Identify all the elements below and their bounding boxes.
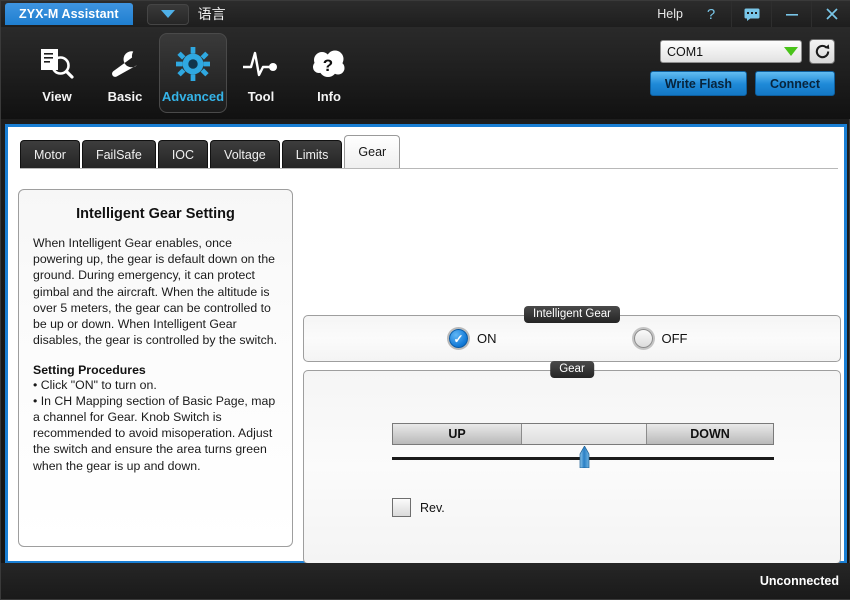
- message-bubble-icon: [744, 8, 759, 21]
- tab-label: Limits: [295, 148, 329, 162]
- language-label: 语言: [197, 6, 226, 22]
- tab-label: FailSafe: [95, 148, 142, 162]
- tab-label: Gear: [358, 145, 387, 159]
- list-item: In CH Mapping section of Basic Page, map…: [33, 393, 278, 474]
- gear-down-label: DOWN: [690, 427, 730, 441]
- tab-gear[interactable]: Gear: [344, 135, 401, 169]
- info-panel: Intelligent Gear Setting When Intelligen…: [18, 189, 293, 547]
- radio-intelligent-gear-on[interactable]: ✓ ON: [449, 329, 497, 348]
- gear-segment-middle: [521, 424, 647, 444]
- gear-icon: [175, 43, 211, 85]
- slider-marker-icon: [579, 446, 590, 468]
- close-icon: [825, 8, 838, 20]
- tab-label: IOC: [171, 148, 195, 162]
- help-label[interactable]: Help: [649, 7, 691, 21]
- app-title-label: ZYX-M Assistant: [19, 7, 119, 21]
- tab-motor[interactable]: Motor: [20, 140, 80, 169]
- info-procedures-list: Click "ON" to turn on. In CH Mapping sec…: [33, 377, 278, 474]
- app-title-tab[interactable]: ZYX-M Assistant: [5, 3, 133, 25]
- toolbar-item-basic[interactable]: Basic: [91, 33, 159, 113]
- language-button[interactable]: [146, 3, 189, 25]
- tab-label: Motor: [34, 148, 66, 162]
- help-button[interactable]: ?: [691, 1, 731, 27]
- question-mark-icon: ?: [706, 5, 716, 23]
- refresh-icon: [815, 44, 829, 59]
- connect-button[interactable]: Connect: [755, 71, 835, 96]
- gear-range-bar: UP DOWN: [392, 423, 774, 445]
- gear-up-label: UP: [448, 427, 466, 441]
- gear-segment-up: UP: [393, 424, 521, 444]
- port-row: COM1: [660, 39, 835, 64]
- gear-group: Gear UP DOWN Rev.: [303, 361, 841, 564]
- status-bar: Unconnected: [1, 563, 850, 599]
- toolbar-item-label: View: [42, 88, 72, 104]
- connect-label: Connect: [770, 76, 820, 91]
- gear-segment-down: DOWN: [647, 424, 773, 444]
- minimize-button[interactable]: [771, 1, 811, 27]
- minimize-icon: [785, 14, 798, 16]
- tab-ioc[interactable]: IOC: [157, 140, 209, 169]
- toolbar-item-label: Info: [317, 88, 341, 104]
- connection-controls: COM1 Write Flash Connect: [649, 39, 835, 96]
- list-item: Click "ON" to turn on.: [33, 377, 278, 393]
- waveform-icon: [242, 43, 280, 85]
- radio-off-indicator: [633, 329, 653, 348]
- info-panel-title: Intelligent Gear Setting: [76, 206, 235, 222]
- info-panel-body: When Intelligent Gear enables, once powe…: [33, 236, 278, 348]
- gear-group-title: Gear: [550, 361, 594, 378]
- chevron-down-icon: [160, 10, 175, 18]
- content-panel: Motor FailSafe IOC Voltage Limits Gear I…: [8, 127, 844, 564]
- radio-on-label: ON: [477, 331, 497, 346]
- application-window: ZYX-M Assistant 语言 Help ? View Basic Adv…: [0, 0, 850, 600]
- com-port-select[interactable]: COM1: [660, 40, 802, 63]
- toolbar-item-advanced[interactable]: Advanced: [159, 33, 227, 113]
- tab-bar: Motor FailSafe IOC Voltage Limits Gear: [20, 135, 401, 169]
- toolbar-item-tool[interactable]: Tool: [227, 33, 295, 113]
- toolbar-item-info[interactable]: ? Info: [295, 33, 363, 113]
- caret-down-icon: [784, 47, 798, 56]
- toolbar-item-label: Advanced: [161, 88, 225, 104]
- document-search-icon: [39, 43, 75, 85]
- message-button[interactable]: [731, 1, 771, 27]
- toolbar-item-view[interactable]: View: [23, 33, 91, 113]
- radio-off-label: OFF: [661, 331, 688, 346]
- svg-text:?: ?: [323, 56, 333, 75]
- connection-status: Unconnected: [759, 574, 839, 588]
- check-icon: ✓: [453, 331, 464, 346]
- window-controls: Help ?: [649, 1, 850, 27]
- action-buttons: Write Flash Connect: [649, 71, 835, 96]
- intelligent-gear-group: Intelligent Gear ✓ ON OFF: [303, 306, 841, 362]
- write-flash-label: Write Flash: [664, 76, 732, 91]
- rev-label: Rev.: [420, 500, 445, 515]
- content-frame: Motor FailSafe IOC Voltage Limits Gear I…: [5, 124, 847, 564]
- toolbar-item-label: Tool: [247, 88, 275, 104]
- rev-checkbox-row[interactable]: Rev.: [392, 498, 445, 517]
- close-button[interactable]: [811, 1, 850, 27]
- com-port-value: COM1: [667, 44, 704, 59]
- tab-voltage[interactable]: Voltage: [210, 140, 280, 169]
- wrench-icon: [107, 43, 143, 85]
- tab-label: Voltage: [224, 148, 266, 162]
- toolbar-item-label: Basic: [107, 88, 143, 104]
- tab-failsafe[interactable]: FailSafe: [81, 140, 156, 169]
- tab-underline: [20, 168, 838, 169]
- toolbar-items: View Basic Advanced Tool ? Info: [23, 33, 363, 113]
- question-cloud-icon: ?: [311, 43, 347, 85]
- gear-slider-thumb[interactable]: [579, 446, 590, 468]
- title-bar: ZYX-M Assistant 语言 Help ?: [1, 1, 850, 27]
- main-toolbar: View Basic Advanced Tool ? Info COM1 Wri…: [1, 27, 850, 119]
- write-flash-button[interactable]: Write Flash: [649, 71, 747, 96]
- info-procedures-title: Setting Procedures: [33, 362, 146, 377]
- refresh-ports-button[interactable]: [809, 39, 835, 64]
- radio-on-indicator: ✓: [449, 329, 468, 348]
- intelligent-gear-radios: ✓ ON OFF: [304, 316, 840, 361]
- rev-checkbox[interactable]: [392, 498, 411, 517]
- tab-limits[interactable]: Limits: [281, 140, 343, 169]
- radio-intelligent-gear-off[interactable]: OFF: [633, 329, 688, 348]
